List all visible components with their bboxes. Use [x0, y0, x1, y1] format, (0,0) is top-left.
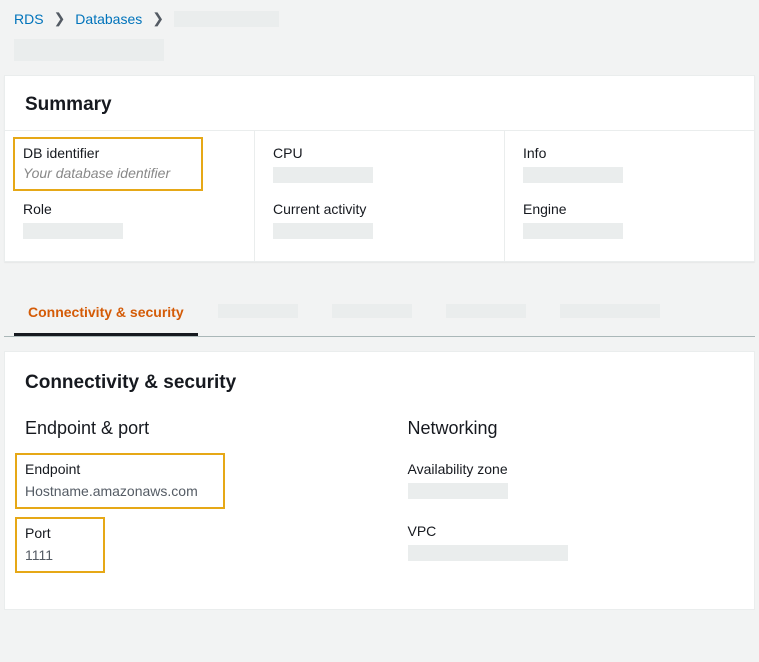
vpc-label: VPC [408, 523, 735, 539]
az-value-placeholder [408, 483, 508, 499]
vpc-field: VPC [408, 523, 735, 561]
summary-grid: DB identifier Your database identifier R… [5, 130, 754, 261]
breadcrumb-rds[interactable]: RDS [14, 11, 44, 27]
tab-label-placeholder [332, 304, 412, 318]
breadcrumb-current-placeholder [174, 11, 279, 27]
engine-field: Engine [523, 201, 736, 239]
tab-connectivity-security[interactable]: Connectivity & security [14, 294, 198, 336]
tabs: Connectivity & security [4, 280, 755, 337]
networking-col: Networking Availability zone VPC [400, 418, 743, 589]
endpoint-port-heading: Endpoint & port [25, 418, 352, 439]
summary-col-3: Info Engine [505, 131, 754, 261]
info-field: Info [523, 145, 736, 183]
activity-value-placeholder [273, 223, 373, 239]
tab-placeholder-5[interactable] [546, 294, 674, 336]
connectivity-panel: Connectivity & security Endpoint & port … [4, 351, 755, 610]
tab-placeholder-4[interactable] [432, 294, 540, 336]
endpoint-port-col: Endpoint & port Endpoint Hostname.amazon… [17, 418, 360, 589]
activity-field: Current activity [273, 201, 486, 239]
endpoint-value: Hostname.amazonaws.com [25, 483, 215, 499]
engine-label: Engine [523, 201, 736, 217]
az-field: Availability zone [408, 461, 735, 499]
port-highlight: Port 1111 [15, 517, 105, 573]
activity-label: Current activity [273, 201, 486, 217]
tab-label-placeholder [218, 304, 298, 318]
page-title-placeholder [14, 39, 164, 61]
role-value-placeholder [23, 223, 123, 239]
networking-heading: Networking [408, 418, 735, 439]
summary-col-2: CPU Current activity [255, 131, 505, 261]
connectivity-columns: Endpoint & port Endpoint Hostname.amazon… [5, 418, 754, 609]
summary-col-1: DB identifier Your database identifier R… [5, 131, 255, 261]
info-label: Info [523, 145, 736, 161]
endpoint-highlight: Endpoint Hostname.amazonaws.com [15, 453, 225, 509]
tab-placeholder-3[interactable] [318, 294, 426, 336]
az-label: Availability zone [408, 461, 735, 477]
cpu-label: CPU [273, 145, 486, 161]
connectivity-heading: Connectivity & security [5, 352, 754, 418]
cpu-field: CPU [273, 145, 486, 183]
summary-panel: Summary DB identifier Your database iden… [4, 75, 755, 262]
cpu-value-placeholder [273, 167, 373, 183]
db-identifier-label: DB identifier [23, 145, 193, 161]
tab-label-placeholder [446, 304, 526, 318]
db-identifier-value: Your database identifier [23, 165, 193, 181]
role-field: Role [23, 201, 236, 239]
tab-label-placeholder [560, 304, 660, 318]
port-value: 1111 [25, 547, 95, 563]
chevron-right-icon: ❯ [54, 10, 66, 27]
info-value-placeholder [523, 167, 623, 183]
breadcrumb: RDS ❯ Databases ❯ [0, 0, 759, 33]
breadcrumb-databases[interactable]: Databases [75, 11, 142, 27]
engine-value-placeholder [523, 223, 623, 239]
endpoint-label: Endpoint [25, 461, 215, 477]
tab-placeholder-2[interactable] [204, 294, 312, 336]
chevron-right-icon: ❯ [152, 10, 164, 27]
summary-heading: Summary [5, 76, 754, 130]
port-label: Port [25, 525, 95, 541]
vpc-value-placeholder [408, 545, 568, 561]
role-label: Role [23, 201, 236, 217]
db-identifier-highlight: DB identifier Your database identifier [13, 137, 203, 191]
